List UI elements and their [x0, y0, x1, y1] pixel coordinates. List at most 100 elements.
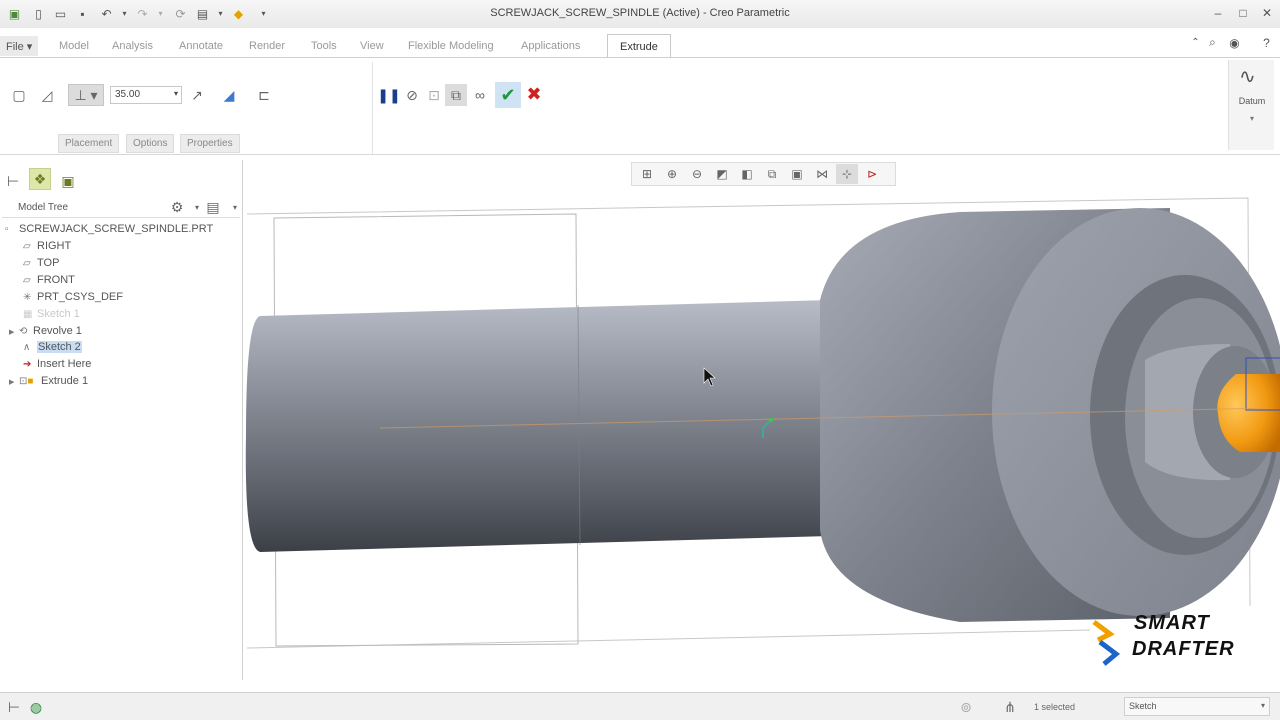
datum-group[interactable]: ∿ Datum ▾: [1228, 60, 1274, 150]
tree-node-part[interactable]: ▫ SCREWJACK_SCREW_SPINDLE.PRT: [5, 223, 213, 235]
layer-tree-tab-icon[interactable]: ❖: [29, 168, 51, 190]
title-bar: ▣ ▯ ▭ ▪ ↶ ▾ ↷ ▾ ⟳ ▤ ▾ ◆ ▾ SCREWJACK_SCRE…: [0, 0, 1280, 28]
tree-node-extrude-1[interactable]: ▶ ⊡■ Extrude 1: [9, 375, 88, 387]
selection-filter-dropdown[interactable]: Sketch ▾: [1124, 697, 1270, 716]
zoom-in-icon[interactable]: ⊕: [661, 164, 683, 184]
tab-tools[interactable]: Tools: [311, 40, 337, 52]
tab-options[interactable]: Options: [126, 134, 175, 153]
tree-node-sketch-2[interactable]: ∧ Sketch 2: [23, 341, 82, 353]
tree-node-right[interactable]: ▱ RIGHT: [23, 240, 71, 252]
tree-node-label: SCREWJACK_SCREW_SPINDLE.PRT: [19, 223, 214, 235]
datum-dropdown-icon[interactable]: ▾: [1229, 114, 1275, 123]
tree-node-label: FRONT: [37, 274, 75, 286]
saved-orientations-icon[interactable]: ⧉: [761, 164, 783, 184]
file-menu-label: File: [6, 41, 24, 53]
ribbon-tabs: File ▾ Model Analysis Annotate Render To…: [0, 34, 1280, 58]
folder-browser-tab-icon[interactable]: ▣: [57, 170, 79, 192]
depth-dropdown-icon[interactable]: ▾: [174, 89, 178, 98]
tree-node-sketch-1[interactable]: ▦ Sketch 1: [23, 308, 80, 320]
refit-icon[interactable]: ⊞: [636, 164, 658, 184]
tab-render[interactable]: Render: [249, 40, 285, 52]
help-icon[interactable]: ◉: [1226, 34, 1243, 51]
zoom-out-icon[interactable]: ⊖: [686, 164, 708, 184]
model-tree-title: Model Tree: [18, 202, 69, 213]
minimize-ribbon-icon[interactable]: ⌃: [1187, 34, 1204, 51]
display-style-icon[interactable]: ◧: [736, 164, 758, 184]
tree-node-revolve-1[interactable]: ▶ ⟲ Revolve 1: [9, 325, 82, 337]
toggle-browser-icon[interactable]: ◍: [25, 696, 47, 718]
thicken-sketch-icon[interactable]: ⊏: [253, 84, 275, 106]
tree-node-label: Revolve 1: [33, 325, 82, 337]
tab-properties[interactable]: Properties: [180, 134, 240, 153]
depth-blind-icon[interactable]: ⊥ ▾: [68, 84, 104, 106]
annotation-display-icon[interactable]: ⊳: [861, 164, 883, 184]
datum-display-filters-icon[interactable]: ⋈: [811, 164, 833, 184]
sketch-icon: ▦: [23, 309, 33, 320]
extrude-dashboard: ▢ ◿ ⊥ ▾ 35.00 ▾ ↗ ◢ ⊏ ❚❚ ⊘ ⊡ ⧉ ∞ ✔ ✖ Plac…: [0, 57, 1280, 155]
tab-view[interactable]: View: [360, 40, 384, 52]
expand-arrow-icon[interactable]: ▶: [9, 328, 19, 336]
tree-node-insert-here[interactable]: ➔ Insert Here: [23, 358, 91, 370]
depth-value-field[interactable]: 35.00 ▾: [110, 86, 182, 104]
solid-extrude-icon[interactable]: ▢: [8, 84, 30, 106]
selection-count: 1 selected: [1034, 702, 1076, 712]
datum-plane-icon: ▱: [23, 275, 31, 286]
tree-node-label: Sketch 2: [37, 341, 82, 353]
help-center-icon[interactable]: ?: [1258, 34, 1275, 51]
selection-filter-value: Sketch: [1129, 701, 1157, 711]
expand-arrow-icon[interactable]: ▶: [9, 378, 19, 386]
spin-center-icon[interactable]: ⊹: [836, 164, 858, 184]
tree-node-label: PRT_CSYS_DEF: [37, 291, 123, 303]
tab-extrude[interactable]: Extrude: [607, 34, 671, 58]
tab-annotate[interactable]: Annotate: [179, 40, 223, 52]
search-icon[interactable]: ⌕: [1204, 34, 1221, 51]
view-manager-icon[interactable]: ▣: [786, 164, 808, 184]
no-preview-icon[interactable]: ⊘: [401, 84, 423, 106]
smart-select-icon[interactable]: ⋔: [999, 696, 1021, 718]
surface-extrude-icon[interactable]: ◿: [36, 84, 58, 106]
model-tree-tab-icon[interactable]: ⊢: [2, 170, 24, 192]
detached-preview-icon[interactable]: ⧉: [445, 84, 467, 106]
datum-plane-icon: ▱: [23, 258, 31, 269]
filter-dropdown-icon[interactable]: ▾: [1261, 701, 1265, 710]
confirm-button[interactable]: ✔: [495, 82, 521, 108]
tab-model[interactable]: Model: [59, 40, 89, 52]
toggle-navigator-icon[interactable]: ⊢: [3, 696, 25, 718]
sketch-point: [769, 418, 773, 422]
flip-direction-icon[interactable]: ↗: [186, 84, 208, 106]
watermark-line2: DRAFTER: [1132, 638, 1235, 660]
extrude-icon: ⊡■: [19, 376, 34, 387]
attached-preview-icon[interactable]: ⊡: [423, 84, 445, 106]
file-menu[interactable]: File ▾: [0, 36, 38, 56]
close-window-button[interactable]: ✕: [1256, 4, 1278, 22]
status-bar: ⊢ ◍ ⊚ ⋔ 1 selected Sketch ▾: [0, 692, 1280, 720]
graphics-toolbar: ⊞ ⊕ ⊖ ◩ ◧ ⧉ ▣ ⋈ ⊹ ⊳: [631, 162, 896, 186]
tree-node-front[interactable]: ▱ FRONT: [23, 274, 75, 286]
verify-icon[interactable]: ∞: [469, 84, 491, 106]
window-title: SCREWJACK_SCREW_SPINDLE (Active) - Creo …: [490, 7, 790, 19]
datum-label: Datum: [1238, 96, 1266, 106]
tree-node-csys[interactable]: ✳ PRT_CSYS_DEF: [23, 291, 123, 303]
tab-flexible-modeling[interactable]: Flexible Modeling: [408, 40, 494, 52]
sine-curve-icon: ∿: [1239, 66, 1256, 88]
csys-icon: ✳: [23, 292, 32, 303]
remove-material-icon[interactable]: ◢: [218, 84, 240, 106]
minimize-button[interactable]: –: [1207, 4, 1229, 22]
revolve-icon: ⟲: [19, 326, 28, 337]
sketch-icon: ∧: [23, 342, 31, 353]
show-menu-icon[interactable]: ▤: [202, 196, 224, 218]
show-menu-dropdown-icon[interactable]: ▾: [224, 196, 246, 218]
tab-applications[interactable]: Applications: [521, 40, 580, 52]
watermark-line1: SMART: [1134, 612, 1210, 634]
pause-icon[interactable]: ❚❚: [377, 84, 400, 106]
tree-node-label: TOP: [37, 257, 60, 269]
tab-analysis[interactable]: Analysis: [112, 40, 153, 52]
tree-node-top[interactable]: ▱ TOP: [23, 257, 59, 269]
repaint-icon[interactable]: ◩: [711, 164, 733, 184]
maximize-button[interactable]: □: [1232, 4, 1254, 22]
cancel-button[interactable]: ✖: [523, 83, 545, 105]
model-tree-header: Model Tree ⚙ ▾ ▤ ▾: [2, 198, 240, 218]
tab-placement[interactable]: Placement: [58, 134, 120, 153]
tree-settings-icon[interactable]: ⚙: [166, 196, 188, 218]
shaft-body[interactable]: [245, 300, 830, 552]
